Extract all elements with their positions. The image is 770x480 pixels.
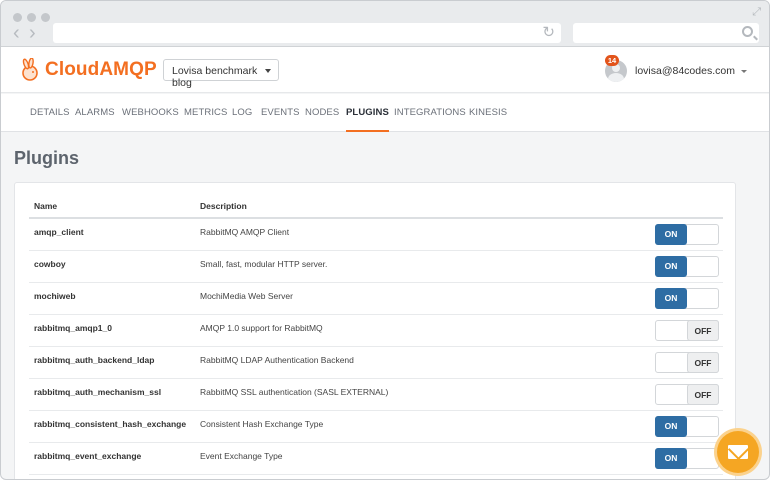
plugin-toggle[interactable]: OFF (655, 384, 719, 405)
app-header: CloudAMQP Lovisa benchmark blog lovisa@8… (1, 47, 769, 93)
toggle-state-label: ON (655, 448, 687, 469)
toggle-state-label: OFF (687, 384, 719, 405)
user-email: lovisa@84codes.com (635, 65, 735, 77)
tab-plugins[interactable]: PLUGINS (346, 94, 389, 132)
plugin-toggle[interactable]: ON (655, 448, 719, 469)
browser-search-bar[interactable] (573, 23, 759, 43)
plugin-name: cowboy (34, 259, 66, 269)
plugin-description: RabbitMQ SSL authentication (SASL EXTERN… (200, 387, 389, 397)
address-bar[interactable]: ↻ (53, 23, 561, 43)
toggle-state-label: OFF (687, 352, 719, 373)
table-row: rabbitmq_amqp1_0 AMQP 1.0 support for Rab… (29, 315, 723, 347)
toggle-state-label: OFF (687, 320, 719, 341)
search-icon[interactable] (742, 26, 753, 37)
plugin-description: Small, fast, modular HTTP server. (200, 259, 328, 269)
instance-select[interactable]: Lovisa benchmark blog (163, 59, 279, 89)
plugin-name: amqp_client (34, 227, 84, 237)
plugin-toggle[interactable]: OFF (655, 320, 719, 341)
tab-integrations[interactable]: INTEGRATIONS (394, 94, 466, 132)
plugin-description: Consistent Hash Exchange Type (200, 419, 324, 429)
table-row: rabbitmq_event_exchange Event Exchange Ty… (29, 443, 723, 475)
chevron-left-icon[interactable]: ‹ (13, 23, 20, 43)
plugins-card: Name Description amqp_client RabbitMQ AMQ… (14, 182, 736, 479)
tab-bar: DETAILS ALARMS WEBHOOKS METRICS LOG EVEN… (1, 94, 769, 132)
window-minimize-dot[interactable] (27, 13, 36, 22)
plugin-toggle[interactable]: ON (655, 288, 719, 309)
table-row: amqp_client RabbitMQ AMQP Client ON (29, 219, 723, 251)
toggle-state-label: ON (655, 288, 687, 309)
plugin-toggle[interactable]: OFF (655, 352, 719, 373)
plugin-name: mochiweb (34, 291, 76, 301)
column-header-description: Description (200, 201, 247, 211)
plugin-name: rabbitmq_auth_mechanism_ssl (34, 387, 162, 397)
table-row: mochiweb MochiMedia Web Server ON (29, 283, 723, 315)
tab-alarms[interactable]: ALARMS (75, 94, 115, 132)
toggle-state-label: ON (655, 224, 687, 245)
toggle-state-label: ON (655, 256, 687, 277)
chat-button[interactable] (717, 431, 759, 473)
tab-events[interactable]: EVENTS (261, 94, 300, 132)
tab-log[interactable]: LOG (232, 94, 252, 132)
tab-metrics[interactable]: METRICS (184, 94, 227, 132)
plugin-name: rabbitmq_auth_backend_ldap (34, 355, 155, 365)
table-row: rabbitmq_auth_backend_ldap RabbitMQ LDAP … (29, 347, 723, 379)
reload-icon[interactable]: ↻ (542, 24, 555, 42)
rabbit-logo-icon (22, 58, 38, 81)
window-close-dot[interactable] (13, 13, 22, 22)
tab-nodes[interactable]: NODES (305, 94, 339, 132)
column-header-name: Name (34, 201, 58, 211)
plugin-toggle[interactable]: ON (655, 224, 719, 245)
plugin-description: RabbitMQ AMQP Client (200, 227, 290, 237)
envelope-icon (728, 445, 748, 459)
window-zoom-dot[interactable] (41, 13, 50, 22)
logo-text: CloudAMQP (45, 59, 157, 80)
plugin-toggle[interactable]: ON (655, 416, 719, 437)
plugin-toggle[interactable]: ON (655, 256, 719, 277)
caret-down-icon (265, 69, 271, 73)
browser-window: ‹ › ↻ ⤢ CloudAMQP Lovisa benchmark blog … (0, 0, 770, 480)
plugin-description: AMQP 1.0 support for RabbitMQ (200, 323, 323, 333)
notification-badge[interactable]: 14 (605, 55, 619, 66)
table-row: cowboy Small, fast, modular HTTP server. O… (29, 251, 723, 283)
page-title: Plugins (14, 148, 80, 168)
table-row: rabbitmq_consistent_hash_exchange Consist… (29, 411, 723, 443)
user-menu[interactable]: lovisa@84codes.com (605, 57, 747, 85)
instance-select-value: Lovisa benchmark blog (172, 65, 258, 89)
caret-down-icon (740, 69, 747, 73)
tab-kinesis[interactable]: KINESIS (469, 94, 507, 132)
plugin-description: MochiMedia Web Server (200, 291, 293, 301)
chevron-right-icon[interactable]: › (29, 23, 36, 43)
toggle-state-label: ON (655, 416, 687, 437)
logo[interactable]: CloudAMQP (17, 57, 157, 83)
plugin-name: rabbitmq_consistent_hash_exchange (34, 419, 187, 429)
tab-details[interactable]: DETAILS (30, 94, 70, 132)
tab-webhooks[interactable]: WEBHOOKS (122, 94, 179, 132)
plugin-description: Event Exchange Type (200, 451, 283, 461)
plugin-description: RabbitMQ LDAP Authentication Backend (200, 355, 354, 365)
expand-icon[interactable]: ⤢ (752, 6, 761, 19)
plugin-name: rabbitmq_amqp1_0 (34, 323, 112, 333)
browser-toolbar: ‹ › ↻ ⤢ (1, 1, 769, 47)
table-row: rabbitmq_auth_mechanism_ssl RabbitMQ SSL … (29, 379, 723, 411)
plugin-name: rabbitmq_event_exchange (34, 451, 142, 461)
